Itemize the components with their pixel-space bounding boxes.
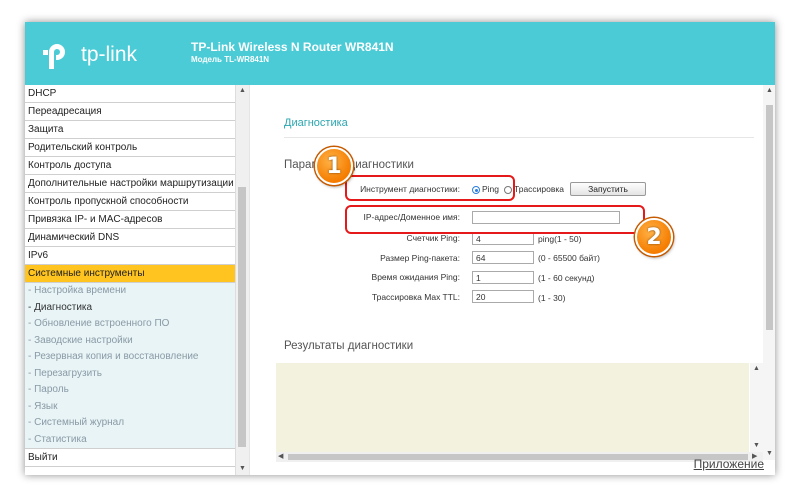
results-textarea[interactable] — [276, 363, 749, 452]
sidebar-subitem-system-log[interactable]: - Системный журнал — [25, 415, 235, 432]
results-scrollbar[interactable]: ▲ ▼ — [750, 363, 763, 452]
ping-count-label: Счетчик Ping: — [406, 233, 460, 243]
sidebar-subitem-backup-restore[interactable]: - Резервная копия и восстановление — [25, 349, 235, 366]
content-scrollbar[interactable]: ▲ ▼ — [763, 85, 775, 460]
horizontal-scroll-thumb[interactable] — [288, 454, 748, 460]
divider — [284, 137, 754, 138]
scroll-down-icon[interactable]: ▼ — [239, 465, 246, 473]
sidebar-subitem-diagnostics[interactable]: - Диагностика — [25, 300, 235, 317]
sidebar-item-ipv6[interactable]: IPv6 — [25, 247, 235, 265]
sidebar-subitem-statistics[interactable]: - Статистика — [25, 432, 235, 449]
content-scroll-down-icon[interactable]: ▼ — [766, 450, 773, 458]
horizontal-scrollbar[interactable]: ◀ ▶ — [276, 452, 763, 462]
sidebar-subitem-reboot[interactable]: - Перезагрузить — [25, 366, 235, 383]
sidebar-scroll-thumb[interactable] — [238, 187, 246, 447]
traceroute-radio-label: Трассировка — [514, 184, 565, 194]
packet-size-hint: (0 - 65500 байт) — [538, 253, 600, 263]
results-scroll-up-icon[interactable]: ▲ — [753, 365, 760, 373]
router-admin-window: tp-link TP-Link Wireless N Router WR841N… — [25, 22, 775, 475]
scroll-left-icon[interactable]: ◀ — [278, 453, 283, 461]
page-title: Диагностика — [284, 117, 348, 129]
ping-count-hint: ping(1 - 50) — [538, 234, 582, 244]
sidebar-item-dhcp[interactable]: DHCP — [25, 85, 235, 103]
sidebar-item-logout[interactable]: Выйти — [25, 448, 235, 467]
app-link[interactable]: Приложение — [694, 457, 764, 471]
sidebar-item-system-tools[interactable]: Системные инструменты — [25, 265, 235, 283]
sidebar-subitem-firmware-upgrade[interactable]: - Обновление встроенного ПО — [25, 316, 235, 333]
sidebar-item-bandwidth-control[interactable]: Контроль пропускной способности — [25, 193, 235, 211]
scroll-up-icon[interactable]: ▲ — [239, 87, 246, 95]
step-badge-2: 2 — [635, 218, 673, 256]
max-ttl-hint: (1 - 30) — [538, 293, 566, 303]
callout-box-2 — [345, 205, 645, 234]
callout-box-1 — [345, 175, 515, 201]
router-model: Модель TL-WR841N — [191, 55, 270, 64]
sidebar-item-ip-mac-binding[interactable]: Привязка IP- и MAC-адресов — [25, 211, 235, 229]
tp-link-logo: tp-link — [43, 38, 137, 72]
sidebar-subitem-time-settings[interactable]: - Настройка времени — [25, 283, 235, 300]
content-scroll-up-icon[interactable]: ▲ — [766, 87, 773, 95]
sidebar-menu: DHCP Переадресация Защита Родительский к… — [25, 85, 235, 475]
step-badge-1: 1 — [315, 147, 353, 185]
sidebar-item-dynamic-dns[interactable]: Динамический DNS — [25, 229, 235, 247]
timeout-input[interactable]: 1 — [472, 271, 534, 284]
results-scroll-down-icon[interactable]: ▼ — [753, 442, 760, 450]
timeout-hint: (1 - 60 секунд) — [538, 273, 595, 283]
router-title: TP-Link Wireless N Router WR841N — [191, 40, 394, 54]
sidebar-subitem-factory-defaults[interactable]: - Заводские настройки — [25, 333, 235, 350]
sidebar-item-security[interactable]: Защита — [25, 121, 235, 139]
system-tools-submenu: - Настройка времени - Диагностика - Обно… — [25, 283, 235, 448]
sidebar-scrollbar[interactable]: ▲ ▼ — [235, 85, 249, 475]
sidebar-subitem-language[interactable]: - Язык — [25, 399, 235, 416]
packet-size-label: Размер Ping-пакета: — [380, 253, 460, 263]
logo-text: tp-link — [81, 43, 138, 66]
start-button[interactable]: Запустить — [570, 182, 646, 196]
sidebar-item-advanced-routing[interactable]: Дополнительные настройки маршрутизации — [25, 175, 235, 193]
sidebar-item-access-control[interactable]: Контроль доступа — [25, 157, 235, 175]
max-ttl-input[interactable]: 20 — [472, 290, 534, 303]
timeout-label: Время ожидания Ping: — [371, 272, 460, 282]
sidebar-item-forwarding[interactable]: Переадресация — [25, 103, 235, 121]
header-bar: tp-link TP-Link Wireless N Router WR841N… — [25, 22, 775, 85]
content-pane: Диагностика Параметры диагностики Инстру… — [249, 85, 775, 475]
packet-size-input[interactable]: 64 — [472, 251, 534, 264]
max-ttl-label: Трассировка Max TTL: — [371, 292, 460, 302]
results-section-title: Результаты диагностики — [284, 340, 414, 352]
sidebar-subitem-password[interactable]: - Пароль — [25, 382, 235, 399]
sidebar-item-parental-control[interactable]: Родительский контроль — [25, 139, 235, 157]
tp-link-logo-icon — [43, 44, 65, 69]
content-scroll-thumb[interactable] — [766, 105, 773, 330]
